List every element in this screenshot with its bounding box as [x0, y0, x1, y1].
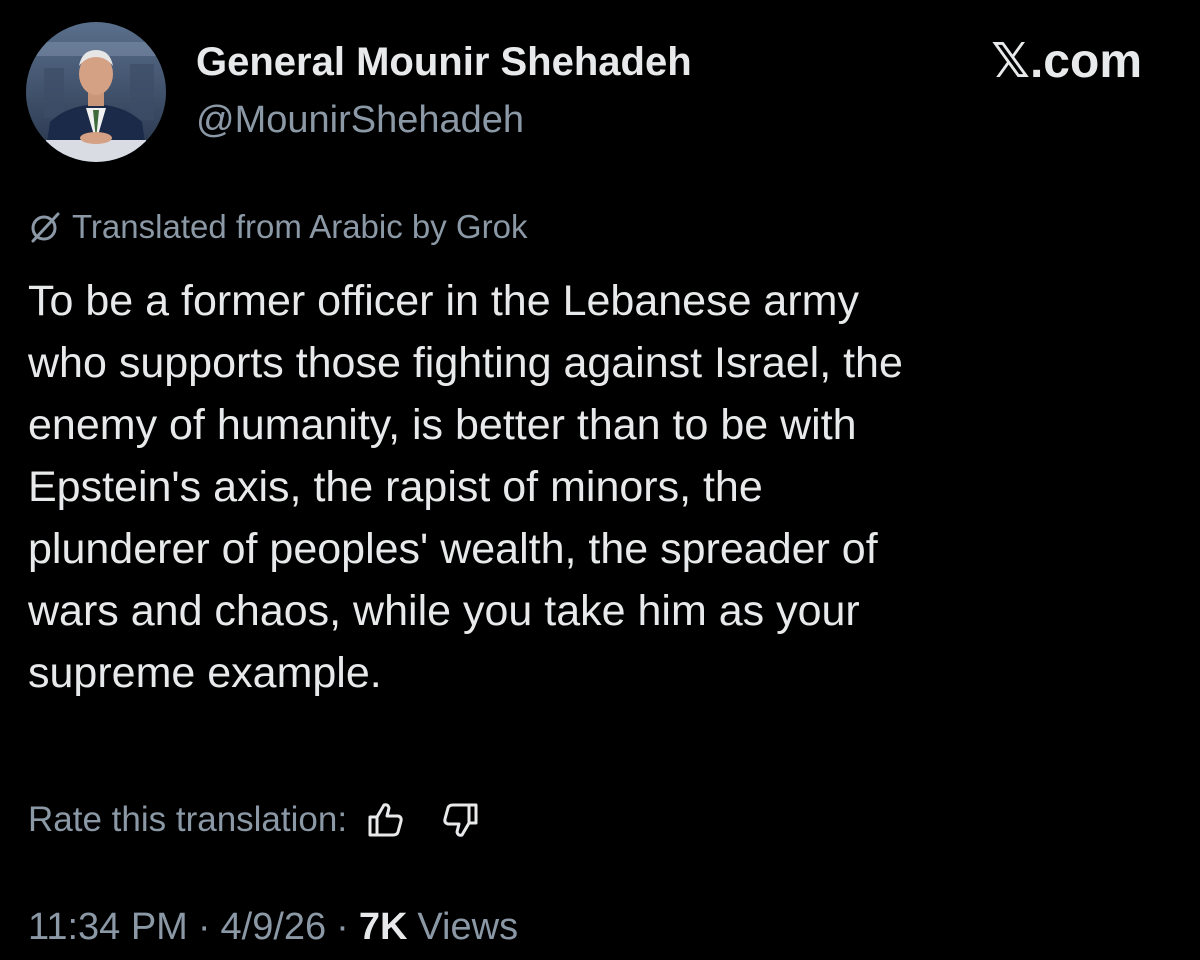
- tweet-text-line: plunderer of peoples' wealth, the spread…: [28, 525, 878, 573]
- tweet-time[interactable]: 11:34 PM: [28, 906, 188, 949]
- rate-translation-row: Rate this translation:: [28, 796, 485, 844]
- avatar[interactable]: [26, 22, 166, 162]
- tweet-text-line: wars and chaos, while you take him as yo…: [28, 587, 860, 635]
- tweet-text-line: supreme example.: [28, 649, 382, 697]
- translation-notice: Translated from Arabic by Grok: [28, 205, 527, 249]
- thumbs-down-button[interactable]: [437, 796, 485, 844]
- author-display-name[interactable]: General Mounir Shehadeh: [196, 40, 692, 84]
- tweet-text-line: enemy of humanity, is better than to be …: [28, 401, 857, 449]
- meta-separator: ·: [336, 905, 349, 948]
- author-handle[interactable]: @MounirShehadeh: [196, 99, 524, 142]
- thumbs-up-icon: [368, 803, 403, 837]
- meta-separator: ·: [197, 905, 211, 948]
- grok-icon: [28, 210, 62, 244]
- profile-photo: [26, 22, 166, 162]
- rate-translation-label: Rate this translation:: [28, 800, 348, 839]
- tweet-text-line: Epstein's axis, the rapist of minors, th…: [28, 463, 763, 511]
- views-label: Views: [417, 905, 519, 948]
- tweet-date[interactable]: 4/9/26: [221, 906, 327, 949]
- tweet-text-line: who supports those fighting against Isra…: [28, 339, 903, 387]
- site-watermark: 𝕏.com: [991, 35, 1142, 88]
- views-count[interactable]: 7K: [359, 906, 408, 949]
- tweet-meta: 11:34 PM · 4/9/26 · 7K Views: [28, 903, 518, 951]
- thumbs-up-button[interactable]: [361, 796, 409, 844]
- thumbs-down-icon: [443, 803, 478, 837]
- tweet-text: To be a former officer in the Lebanese a…: [28, 270, 1178, 704]
- translation-notice-text: Translated from Arabic by Grok: [72, 208, 528, 245]
- tweet-text-line: To be a former officer in the Lebanese a…: [28, 277, 859, 325]
